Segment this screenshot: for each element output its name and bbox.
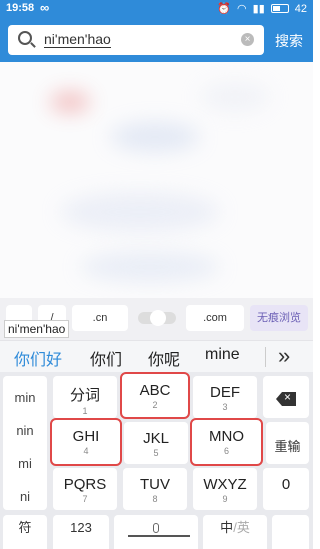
more-candidates-icon[interactable]: » — [278, 343, 290, 369]
candidate-divider — [265, 347, 266, 367]
lang-english: 英 — [236, 520, 250, 535]
search-query-text: ni'men'hao — [44, 31, 111, 48]
status-time: 19:58 — [6, 2, 35, 14]
key-number: 7 — [82, 494, 88, 504]
key-number: 9 — [222, 494, 228, 504]
key-label: DEF — [210, 384, 240, 401]
toggle-pill[interactable] — [138, 310, 176, 326]
key-label: MNO — [209, 428, 244, 445]
key-2[interactable]: ABC 2 — [120, 372, 190, 419]
key-label: 0 — [281, 476, 291, 493]
space-bar-indicator — [128, 535, 190, 537]
search-icon — [18, 31, 32, 45]
key-number: 1 — [82, 406, 88, 416]
key-number: 5 — [153, 448, 159, 458]
key-number: 3 — [222, 402, 228, 412]
enter-key[interactable] — [272, 515, 309, 549]
status-bar: 19:58 ∞ ⏰ ◠ ▮▮ 42 — [0, 0, 313, 18]
blur-blob — [60, 192, 220, 232]
pinyin-option-nin[interactable]: nin — [3, 423, 47, 438]
reinput-label: 重输 — [274, 439, 301, 454]
infinity-icon: ∞ — [40, 0, 50, 15]
search-input[interactable]: ni'men'hao × — [8, 25, 264, 55]
status-right: ⏰ ◠ ▮▮ 42 — [217, 2, 307, 16]
key-label: WXYZ — [203, 476, 247, 493]
candidate-4[interactable]: mine — [205, 346, 240, 364]
clear-icon[interactable]: × — [241, 33, 254, 46]
search-button[interactable]: 搜索 — [275, 31, 303, 51]
key-number: 4 — [83, 446, 89, 456]
wifi-icon: ◠ — [237, 3, 247, 15]
key-7[interactable]: PQRS 7 — [53, 468, 117, 510]
backspace-icon — [276, 392, 296, 406]
alarm-icon: ⏰ — [217, 3, 232, 15]
lang-chinese: 中 — [220, 520, 234, 535]
key-5[interactable]: JKL 5 — [124, 422, 188, 464]
blur-blob — [110, 122, 200, 152]
pinyin-option-ni[interactable]: ni — [3, 489, 47, 504]
incognito-key[interactable]: 无痕浏览 — [250, 305, 308, 331]
com-key[interactable]: .com — [186, 305, 244, 331]
blur-blob — [50, 92, 90, 112]
key-label: TUV — [140, 476, 170, 493]
mic-icon — [153, 523, 159, 533]
key-number: 8 — [152, 494, 158, 504]
key-number: 2 — [152, 400, 158, 410]
battery-icon — [270, 4, 289, 13]
key-6[interactable]: MNO 6 — [190, 418, 263, 466]
candidate-1[interactable]: 你们好 — [14, 346, 62, 370]
blur-blob — [80, 252, 220, 282]
language-switch-key[interactable]: 中/英 — [203, 515, 267, 549]
key-4[interactable]: GHI 4 — [50, 418, 122, 466]
candidate-bar: 你们好 你们 你呢 mine » — [0, 340, 313, 372]
cn-key[interactable]: .cn — [72, 305, 128, 331]
pinyin-option-min[interactable]: min — [3, 390, 47, 405]
battery-level: 42 — [294, 2, 307, 15]
reinput-key[interactable]: 重输 — [266, 422, 309, 464]
key-label: PQRS — [63, 476, 107, 493]
search-bar: ni'men'hao × 搜索 — [0, 18, 313, 62]
pinyin-option-mi[interactable]: mi — [3, 456, 47, 471]
space-key[interactable] — [114, 515, 198, 549]
blurred-content-area — [0, 62, 313, 298]
key-label: JKL — [143, 430, 169, 447]
candidate-2[interactable]: 你们 — [90, 346, 122, 370]
key-label: ABC — [139, 382, 171, 399]
key-3[interactable]: DEF 3 — [193, 376, 257, 418]
key-label: GHI — [72, 428, 100, 445]
signal-icon: ▮▮ — [252, 3, 265, 15]
symbol-key[interactable]: 符 — [3, 515, 47, 549]
key-9[interactable]: WXYZ 9 — [193, 468, 257, 510]
candidate-3[interactable]: 你呢 — [148, 346, 180, 370]
t9-keyboard: min nin mi ni 分词 1 ABC 2 DEF 3 GHI 4 JKL… — [0, 372, 313, 549]
key-8[interactable]: TUV 8 — [123, 468, 187, 510]
blur-blob — [200, 82, 270, 112]
key-number: 6 — [223, 446, 229, 456]
number-key[interactable]: 123 — [53, 515, 109, 549]
pinyin-preview: ni'men'hao — [4, 320, 70, 338]
key-1[interactable]: 分词 1 — [53, 376, 117, 418]
pinyin-suggestion-list: min nin mi ni — [3, 376, 47, 510]
key-0[interactable]: 0 — [263, 468, 309, 510]
backspace-key[interactable] — [263, 376, 309, 418]
key-label: 分词 — [69, 387, 100, 404]
